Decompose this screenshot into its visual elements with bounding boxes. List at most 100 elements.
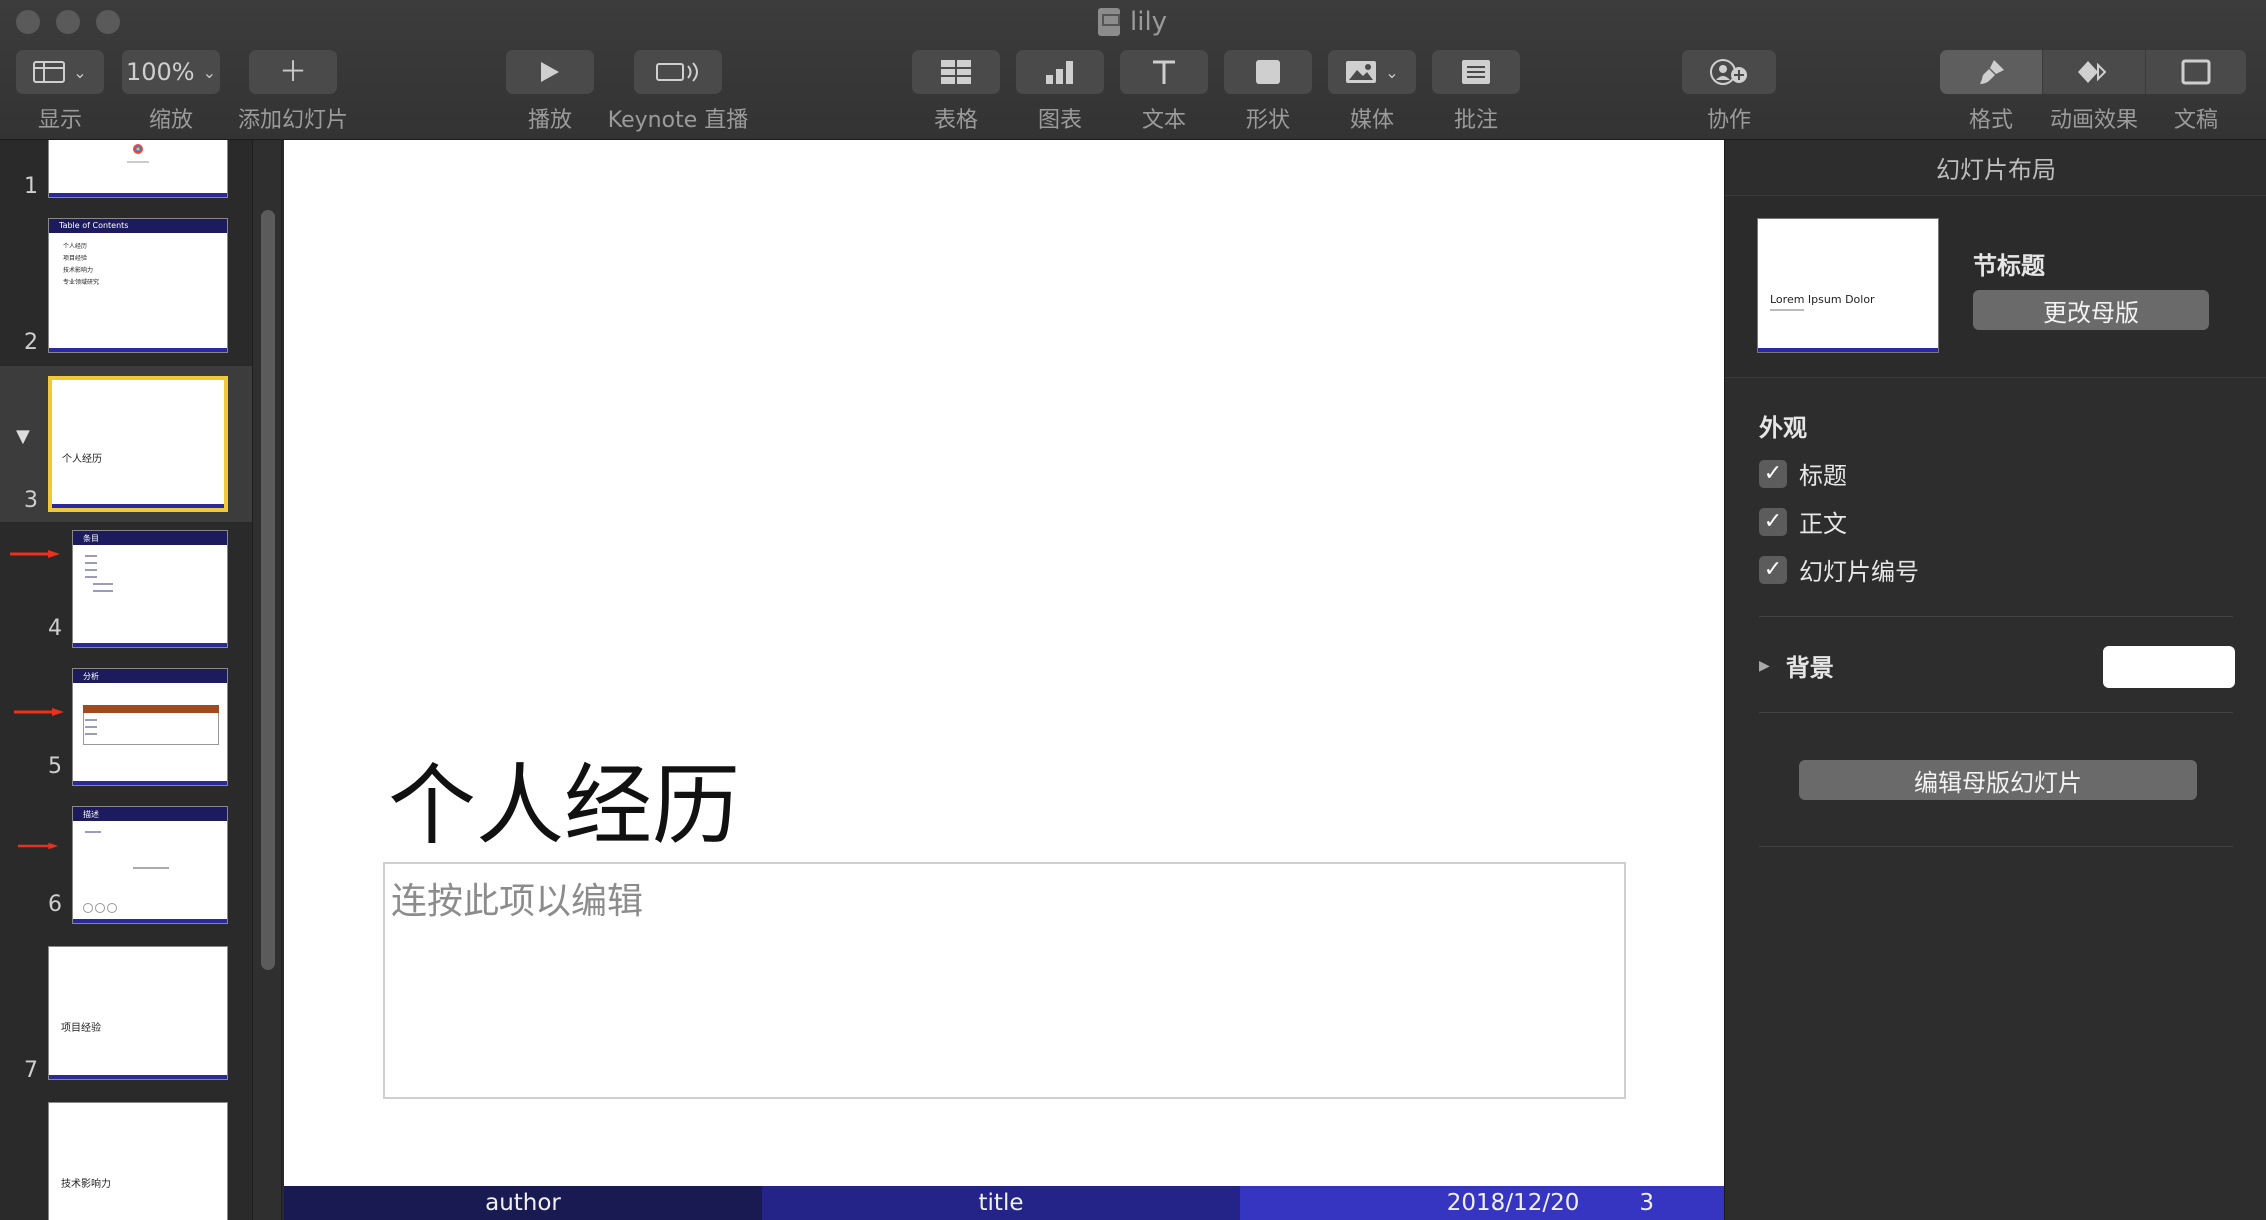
slide-number-checkbox-row[interactable]: ✓ 幻灯片编号 [1759, 552, 1919, 587]
shape-button[interactable] [1224, 50, 1312, 94]
chart-label: 图表 [1037, 108, 1082, 133]
slide-number: 6 [48, 892, 62, 917]
minimize-window-button[interactable] [56, 10, 80, 34]
collaborate-button[interactable] [1682, 50, 1776, 94]
slide-thumbnail[interactable]: 项目经验 [48, 946, 228, 1080]
add-slide-button[interactable]: ＋ [249, 50, 337, 94]
play-control[interactable]: 播放 [506, 50, 594, 134]
zoom-control[interactable]: 100% ⌄ 缩放 [122, 50, 220, 134]
slide-item-8[interactable]: 技术影响力 [0, 1102, 252, 1220]
collaborate-control[interactable]: 协作 [1682, 50, 1776, 134]
thumb-title: 条目 [83, 534, 99, 543]
animate-label: 动画效果 [2049, 108, 2138, 133]
table-button[interactable] [912, 50, 1000, 94]
media-label: 媒体 [1349, 108, 1394, 133]
keynote-live-control[interactable]: Keynote 直播 [608, 50, 748, 134]
slide-thumbnail[interactable] [48, 140, 228, 198]
format-control[interactable]: 格式 [1940, 50, 2042, 134]
slide-number: 1 [24, 174, 38, 199]
play-button[interactable] [506, 50, 594, 94]
document-icon [2181, 59, 2211, 85]
body-placeholder-text[interactable]: 连按此项以编辑 [391, 872, 643, 924]
navigator-scrollbar[interactable] [252, 140, 282, 1220]
view-button[interactable]: ⌄ [16, 50, 104, 94]
slide-navigator[interactable]: 1 Table of Contents 个人经历 项目经验 技术影响力 专业领域… [0, 140, 252, 1220]
format-button[interactable] [1940, 50, 2042, 94]
slide-item-2[interactable]: Table of Contents 个人经历 项目经验 技术影响力 专业领域研究… [0, 218, 252, 368]
add-slide-label: 添加幻灯片 [237, 108, 348, 133]
text-control[interactable]: 文本 [1120, 50, 1208, 134]
text-button[interactable] [1120, 50, 1208, 94]
slide-item-6[interactable]: 描述 6 [0, 806, 252, 936]
image-icon [1346, 61, 1377, 83]
red-arrow-annotation-icon [14, 708, 64, 716]
comment-button[interactable] [1432, 50, 1520, 94]
zoom-window-button[interactable] [96, 10, 120, 34]
comment-control[interactable]: 批注 [1432, 50, 1520, 134]
scrollbar-thumb[interactable] [261, 210, 275, 970]
checkmark-icon[interactable]: ✓ [1759, 555, 1787, 584]
keynote-live-button[interactable] [634, 50, 722, 94]
master-name: 节标题 [1973, 252, 2045, 280]
media-button[interactable]: ⌄ [1328, 50, 1416, 94]
zoom-select[interactable]: 100% ⌄ [122, 50, 220, 94]
slide-thumbnail[interactable]: Table of Contents 个人经历 项目经验 技术影响力 专业领域研究 [48, 218, 228, 353]
background-color-well[interactable] [2103, 646, 2235, 688]
slide-canvas[interactable]: 个人经历 连按此项以编辑 author title 2018/12/20 3 [284, 140, 1724, 1220]
background-disclosure[interactable]: ▶ 背景 [1759, 648, 1834, 683]
animate-button[interactable] [2042, 50, 2146, 94]
change-master-button[interactable]: 更改母版 [1973, 290, 2209, 330]
slide-item-1[interactable]: 1 [0, 140, 252, 202]
text-label: 文本 [1141, 108, 1186, 133]
slide-item-3[interactable]: ▼ 个人经历 3 [0, 366, 252, 522]
add-slide-control[interactable]: ＋ 添加幻灯片 [232, 50, 354, 134]
slide-thumbnail[interactable]: 描述 [72, 806, 228, 924]
body-checkbox-row[interactable]: ✓ 正文 [1759, 504, 1847, 539]
zoom-value: 100% [125, 58, 195, 86]
keynote-live-label: Keynote 直播 [607, 108, 749, 133]
slide-item-7[interactable]: 项目经验 7 [0, 946, 252, 1096]
divider [1759, 846, 2233, 847]
animate-control[interactable]: 动画效果 [2042, 50, 2146, 134]
edit-master-slides-button[interactable]: 编辑母版幻灯片 [1799, 760, 2197, 800]
collaborate-label: 协作 [1706, 108, 1751, 133]
footer-date: 2018/12/20 [1446, 1190, 1580, 1216]
thumb-title: 项目经验 [61, 1023, 101, 1034]
play-label: 播放 [527, 108, 572, 133]
view-control[interactable]: ⌄ 显示 [16, 50, 104, 134]
body-placeholder-box[interactable]: 连按此项以编辑 [383, 862, 1626, 1099]
slide-thumbnail[interactable]: 个人经历 [48, 376, 228, 512]
chart-control[interactable]: 图表 [1016, 50, 1104, 134]
document-control[interactable]: 文稿 [2146, 50, 2246, 134]
square-icon [1256, 60, 1280, 84]
document-button[interactable] [2146, 50, 2246, 94]
checkmark-icon[interactable]: ✓ [1759, 459, 1787, 488]
footer-author: author [284, 1186, 762, 1220]
footer-title: title [762, 1186, 1240, 1220]
chevron-down-icon: ⌄ [1385, 62, 1399, 82]
slide-thumbnail[interactable]: 条目 [72, 530, 228, 648]
add-person-icon [1710, 59, 1747, 85]
media-control[interactable]: ⌄ 媒体 [1328, 50, 1416, 134]
checkmark-icon[interactable]: ✓ [1759, 507, 1787, 536]
title-checkbox-row[interactable]: ✓ 标题 [1759, 456, 1847, 491]
thumb-title: 技术影响力 [61, 1179, 111, 1190]
table-icon [941, 60, 971, 84]
shape-control[interactable]: 形状 [1224, 50, 1312, 134]
slide-thumbnail[interactable]: 技术影响力 [48, 1102, 228, 1220]
text-t-icon [1153, 60, 1175, 84]
close-window-button[interactable] [16, 10, 40, 34]
chart-button[interactable] [1016, 50, 1104, 94]
slide-thumbnail[interactable]: 分析 [72, 668, 228, 786]
slide-item-5[interactable]: 分析 5 [0, 668, 252, 798]
slide-title[interactable]: 个人经历 [388, 735, 740, 862]
slide-item-4[interactable]: 条目 4 [0, 530, 252, 660]
disclosure-triangle-icon[interactable]: ▶ [1759, 658, 1770, 674]
table-control[interactable]: 表格 [912, 50, 1000, 134]
disclosure-triangle-icon[interactable]: ▼ [16, 426, 30, 447]
thumb-title: 分析 [83, 672, 99, 681]
table-label: 表格 [933, 108, 978, 133]
paintbrush-icon [1980, 60, 2004, 84]
chevron-down-icon: ⌄ [73, 62, 87, 82]
master-thumbnail[interactable]: Lorem Ipsum Dolor [1757, 218, 1939, 353]
